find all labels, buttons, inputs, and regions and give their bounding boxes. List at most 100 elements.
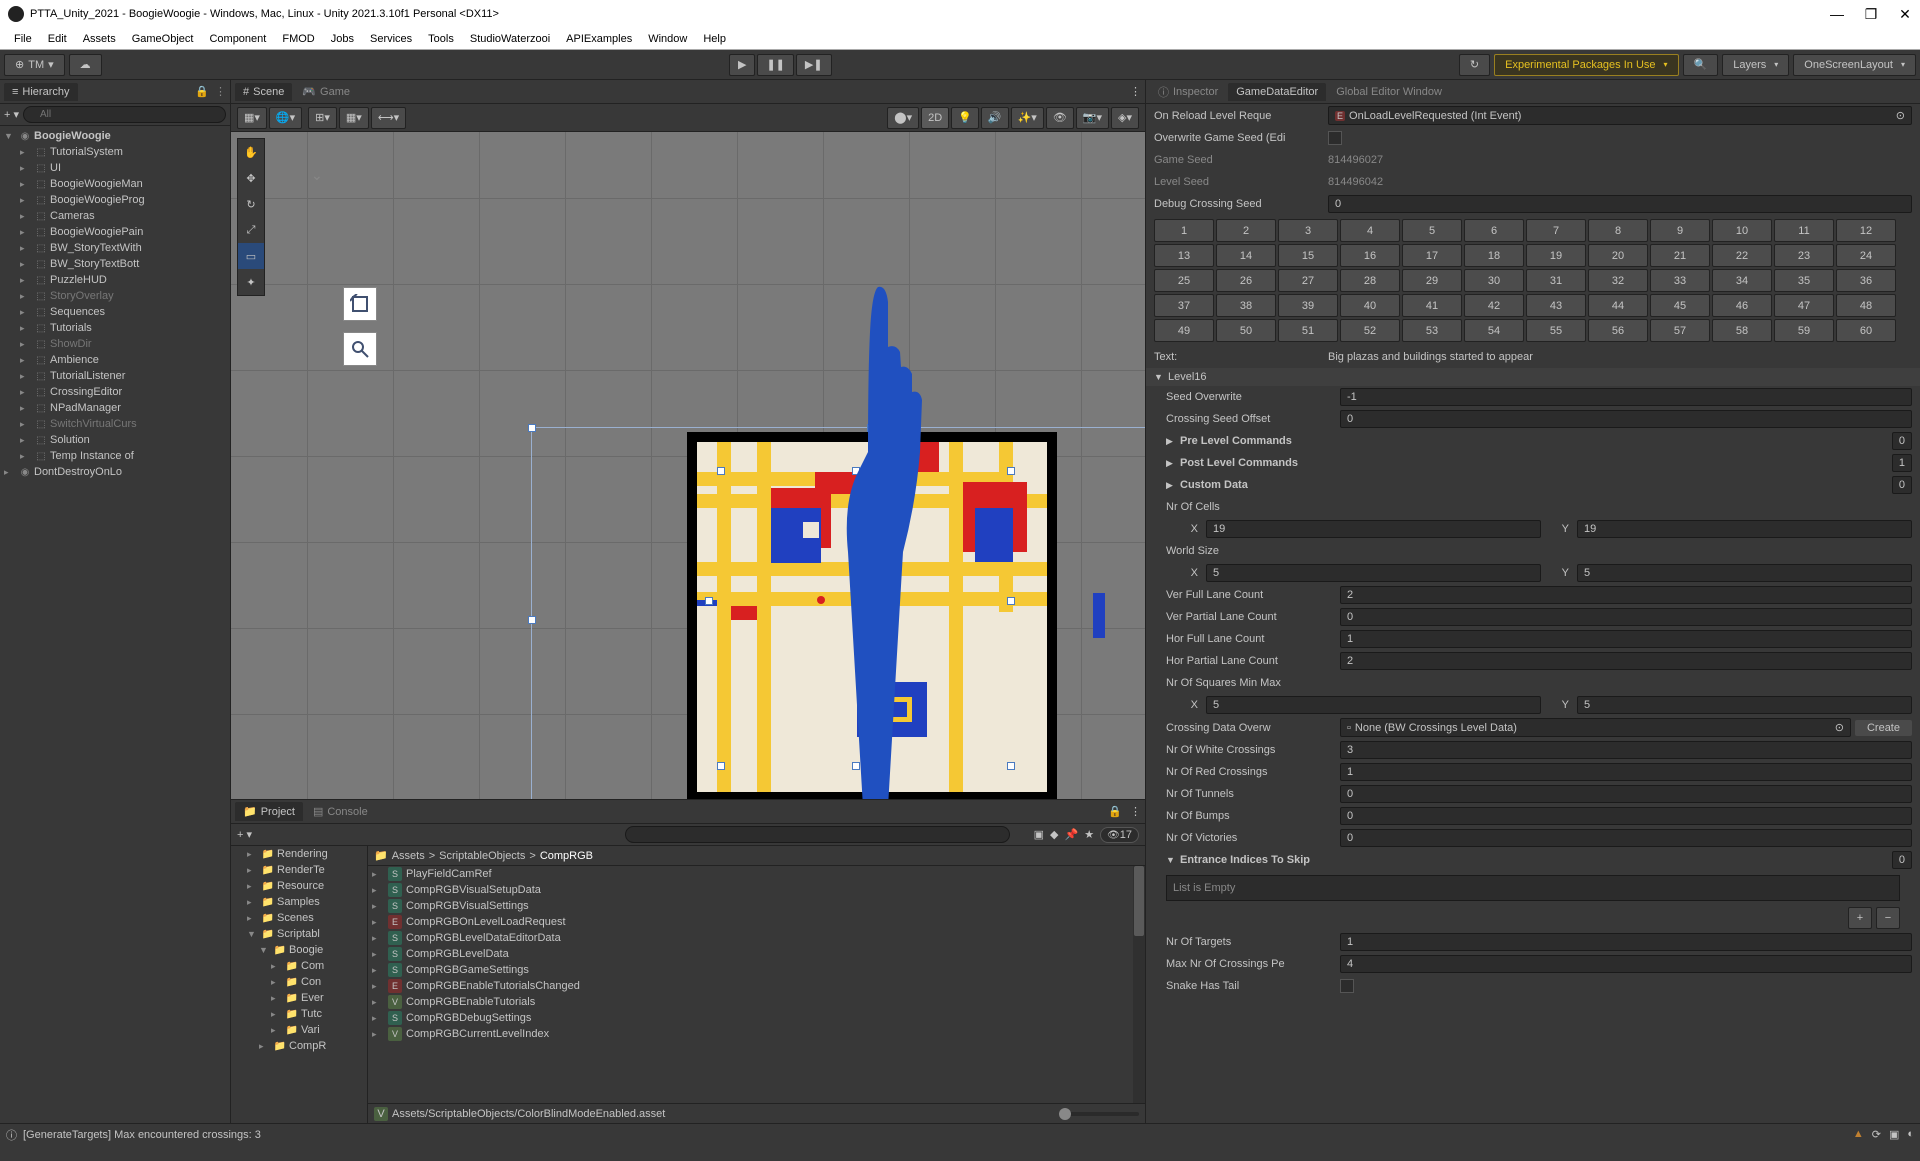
level-number-button[interactable]: 56 (1588, 319, 1648, 342)
world-y-input[interactable] (1577, 564, 1912, 582)
reload-event-field[interactable]: EOnLoadLevelRequested (Int Event)⊙ (1328, 106, 1912, 125)
layout-dropdown[interactable]: OneScreenLayout (1793, 54, 1916, 76)
scene-menu-icon[interactable]: ⋮ (1130, 85, 1141, 98)
project-folder[interactable]: ▸📁Con (231, 974, 367, 990)
squares-y-input[interactable] (1577, 696, 1912, 714)
hidden-count[interactable]: 👁17 (1100, 827, 1139, 843)
scale-tool[interactable]: ⤢ (238, 217, 264, 243)
level-number-button[interactable]: 15 (1278, 244, 1338, 267)
favorite-icon[interactable]: ★ (1084, 828, 1094, 841)
squares-x-input[interactable] (1206, 696, 1541, 714)
transform-tool[interactable]: ✦ (238, 269, 264, 295)
level-number-button[interactable]: 5 (1402, 219, 1462, 242)
project-file[interactable]: ▸SCompRGBGameSettings (368, 962, 1145, 978)
project-folder[interactable]: ▸📁Samples (231, 894, 367, 910)
hor-full-input[interactable] (1340, 630, 1912, 648)
debug-crossing-input[interactable] (1328, 195, 1912, 213)
level-number-button[interactable]: 36 (1836, 269, 1896, 292)
panel-lock-icon[interactable]: 🔒 (195, 85, 209, 98)
level-number-button[interactable]: 26 (1216, 269, 1276, 292)
cells-x-input[interactable] (1206, 520, 1541, 538)
menu-assets[interactable]: Assets (75, 31, 124, 47)
cells-y-input[interactable] (1577, 520, 1912, 538)
project-tab[interactable]: 📁 Project (235, 802, 303, 821)
save-search-icon[interactable]: 📌 (1064, 828, 1078, 841)
crossing-offset-input[interactable] (1340, 410, 1912, 428)
move-tool[interactable]: ✥ (238, 165, 264, 191)
level-number-button[interactable]: 54 (1464, 319, 1524, 342)
snake-tail-checkbox[interactable] (1340, 979, 1354, 993)
project-folder[interactable]: ▸📁Vari (231, 1022, 367, 1038)
level-number-button[interactable]: 41 (1402, 294, 1462, 317)
level-number-button[interactable]: 45 (1650, 294, 1710, 317)
hierarchy-item[interactable]: ▸⬚NPadManager (0, 400, 230, 416)
level-number-button[interactable]: 23 (1774, 244, 1834, 267)
ver-partial-input[interactable] (1340, 608, 1912, 626)
level-number-button[interactable]: 35 (1774, 269, 1834, 292)
scene-viewport[interactable]: ✋ ✥ ↻ ⤢ ▭ ✦ ⌄ (231, 132, 1145, 799)
visibility-toggle[interactable]: 👁 (1046, 107, 1074, 129)
file-scrollbar[interactable] (1133, 866, 1145, 1103)
menu-file[interactable]: File (6, 31, 40, 47)
status-icon-2[interactable]: ⟳ (1872, 1128, 1881, 1141)
hierarchy-item[interactable]: ▸⬚SwitchVirtualCurs (0, 416, 230, 432)
level-number-button[interactable]: 12 (1836, 219, 1896, 242)
hierarchy-item[interactable]: ▸⬚PuzzleHUD (0, 272, 230, 288)
project-search[interactable] (625, 826, 1010, 843)
project-file-list[interactable]: ▸SPlayFieldCamRef▸SCompRGBVisualSetupDat… (368, 866, 1145, 1103)
level-number-button[interactable]: 39 (1278, 294, 1338, 317)
search-by-label-icon[interactable]: ◆ (1050, 828, 1058, 841)
fx-dropdown[interactable]: ✨▾ (1011, 107, 1044, 129)
panel-menu-icon[interactable]: ⋮ (1130, 805, 1141, 818)
camera-dropdown[interactable]: 📷▾ (1076, 107, 1109, 129)
level-number-button[interactable]: 4 (1340, 219, 1400, 242)
hierarchy-item[interactable]: ▸◉DontDestroyOnLo (0, 464, 230, 480)
level-number-button[interactable]: 2 (1216, 219, 1276, 242)
project-folder[interactable]: ▼📁Scriptabl (231, 926, 367, 942)
project-file[interactable]: ▸SCompRGBVisualSettings (368, 898, 1145, 914)
project-file[interactable]: ▸SCompRGBLevelDataEditorData (368, 930, 1145, 946)
project-folder[interactable]: ▸📁Rendering (231, 846, 367, 862)
level-number-button[interactable]: 17 (1402, 244, 1462, 267)
level-number-button[interactable]: 43 (1526, 294, 1586, 317)
hierarchy-tab[interactable]: ≡ Hierarchy (4, 83, 78, 101)
victories-input[interactable] (1340, 829, 1912, 847)
rect-tool[interactable]: ▭ (238, 243, 264, 269)
level-number-button[interactable]: 21 (1650, 244, 1710, 267)
panel-lock-icon[interactable]: 🔒 (1108, 805, 1122, 818)
level-number-button[interactable]: 3 (1278, 219, 1338, 242)
menu-services[interactable]: Services (362, 31, 420, 47)
project-file[interactable]: ▸SCompRGBLevelData (368, 946, 1145, 962)
project-add-dropdown[interactable]: + ▾ (237, 828, 252, 841)
level-number-button[interactable]: 22 (1712, 244, 1772, 267)
hierarchy-item[interactable]: ▸⬚StoryOverlay (0, 288, 230, 304)
close-button[interactable]: ✕ (1898, 7, 1912, 21)
project-folder[interactable]: ▸📁Com (231, 958, 367, 974)
menu-studiowaterzooi[interactable]: StudioWaterzooi (462, 31, 558, 47)
level-number-button[interactable]: 13 (1154, 244, 1214, 267)
status-icon-4[interactable]: ◐ (1907, 1128, 1914, 1141)
hierarchy-item[interactable]: ▸⬚Cameras (0, 208, 230, 224)
targets-input[interactable] (1340, 933, 1912, 951)
menu-edit[interactable]: Edit (40, 31, 75, 47)
hierarchy-item[interactable]: ▸⬚Tutorials (0, 320, 230, 336)
custom-data-foldout[interactable]: Custom Data (1180, 479, 1888, 491)
gizmos-dropdown[interactable]: ◈▾ (1111, 107, 1139, 129)
level-number-button[interactable]: 44 (1588, 294, 1648, 317)
level-number-button[interactable]: 20 (1588, 244, 1648, 267)
hierarchy-item[interactable]: ▼◉BoogieWoogie (0, 128, 230, 144)
level-number-button[interactable]: 27 (1278, 269, 1338, 292)
play-button[interactable]: ▶ (729, 54, 755, 76)
breadcrumb-comprgb[interactable]: CompRGB (540, 850, 593, 862)
hierarchy-item[interactable]: ▸⬚BoogieWoogieMan (0, 176, 230, 192)
max-cross-input[interactable] (1340, 955, 1912, 973)
breadcrumb-assets[interactable]: Assets (392, 850, 425, 862)
status-icon-3[interactable]: ▣ (1889, 1128, 1899, 1141)
chevron-down-icon[interactable]: ⌄ (311, 167, 323, 184)
thumbnail-size-slider[interactable] (1059, 1112, 1139, 1116)
custom-tool-2[interactable] (343, 332, 377, 366)
level-number-button[interactable]: 34 (1712, 269, 1772, 292)
hierarchy-item[interactable]: ▸⬚BoogieWoogieProg (0, 192, 230, 208)
menu-component[interactable]: Component (201, 31, 274, 47)
level-number-button[interactable]: 33 (1650, 269, 1710, 292)
